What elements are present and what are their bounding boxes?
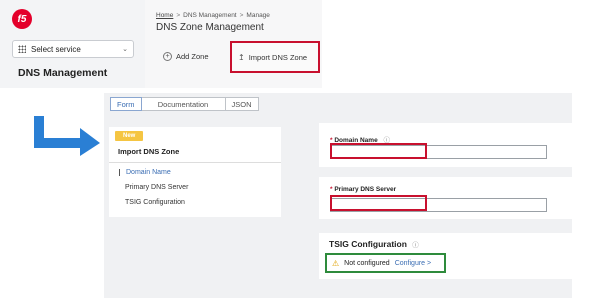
warning-icon: ⚠: [332, 258, 340, 268]
breadcrumb-section[interactable]: DNS Management: [183, 12, 236, 19]
select-service-label: Select service: [31, 44, 81, 54]
required-mark: *: [330, 186, 333, 193]
tab-json[interactable]: JSON: [225, 97, 259, 111]
arrow-down-right-icon: [34, 116, 100, 156]
plus-circle-icon: +: [163, 52, 172, 61]
primary-dns-server-highlight: [330, 195, 427, 211]
top-screenshot: f5 Select service ⌄ DNS Management Home >…: [0, 0, 322, 88]
nav-title: Import DNS Zone: [118, 147, 180, 156]
f5-logo: f5: [12, 9, 32, 29]
breadcrumb-home[interactable]: Home: [156, 12, 173, 19]
bottom-screenshot: Form Documentation JSON New Import DNS Z…: [104, 93, 572, 298]
domain-name-highlight: [330, 143, 427, 159]
add-zone-label: Add Zone: [176, 52, 209, 61]
configure-link[interactable]: Configure >: [395, 260, 431, 267]
top-main: Home > DNS Management > Manage DNS Zone Mana…: [145, 0, 322, 88]
domain-name-card: * Domain Name ⓘ: [319, 123, 572, 167]
tab-documentation[interactable]: Documentation: [141, 97, 226, 111]
sidebar: f5 Select service ⌄ DNS Management: [0, 0, 145, 88]
add-zone-button[interactable]: + Add Zone: [163, 52, 209, 61]
import-dns-zone-label: Import DNS Zone: [248, 52, 308, 62]
tsig-configuration-card: TSIG Configuration ⓘ ⚠ Not configured Co…: [319, 233, 572, 279]
new-badge: New: [115, 131, 144, 141]
form-nav-card: New Import DNS Zone Domain Name Primary …: [109, 127, 281, 217]
primary-dns-server-card: * Primary DNS Server: [319, 177, 572, 219]
tab-form[interactable]: Form: [110, 97, 142, 111]
view-tabs: Form Documentation JSON: [110, 97, 259, 111]
primary-dns-server-label-text: Primary DNS Server: [334, 186, 397, 193]
breadcrumb-separator: >: [239, 12, 244, 19]
chevron-right-icon: >: [427, 259, 432, 267]
tsig-status: ⚠ Not configured Configure >: [325, 253, 446, 273]
divider: [109, 162, 281, 163]
page-title: DNS Zone Management: [156, 22, 264, 33]
import-dns-zone-button[interactable]: ↥ Import DNS Zone: [230, 41, 320, 73]
chevron-down-icon: ⌄: [122, 46, 128, 53]
sidebar-title: DNS Management: [18, 67, 108, 79]
primary-dns-server-label: * Primary DNS Server: [330, 186, 396, 193]
info-icon: ⓘ: [412, 242, 419, 249]
nav-item-domain-name[interactable]: Domain Name: [119, 169, 171, 176]
grid-icon: [18, 45, 26, 53]
tsig-status-text: Not configured: [344, 259, 390, 267]
breadcrumb-separator: >: [176, 12, 181, 19]
configure-label: Configure: [394, 259, 426, 267]
select-service-dropdown[interactable]: Select service ⌄: [12, 40, 134, 58]
nav-item-primary-dns-server[interactable]: Primary DNS Server: [125, 184, 188, 191]
tsig-title: TSIG Configuration ⓘ: [329, 239, 419, 249]
tsig-title-text: TSIG Configuration: [329, 239, 407, 249]
breadcrumb-current: Manage: [246, 12, 270, 19]
breadcrumb: Home > DNS Management > Manage: [156, 12, 270, 19]
nav-item-tsig-configuration[interactable]: TSIG Configuration: [125, 199, 185, 206]
upload-icon: ↥: [238, 52, 245, 62]
